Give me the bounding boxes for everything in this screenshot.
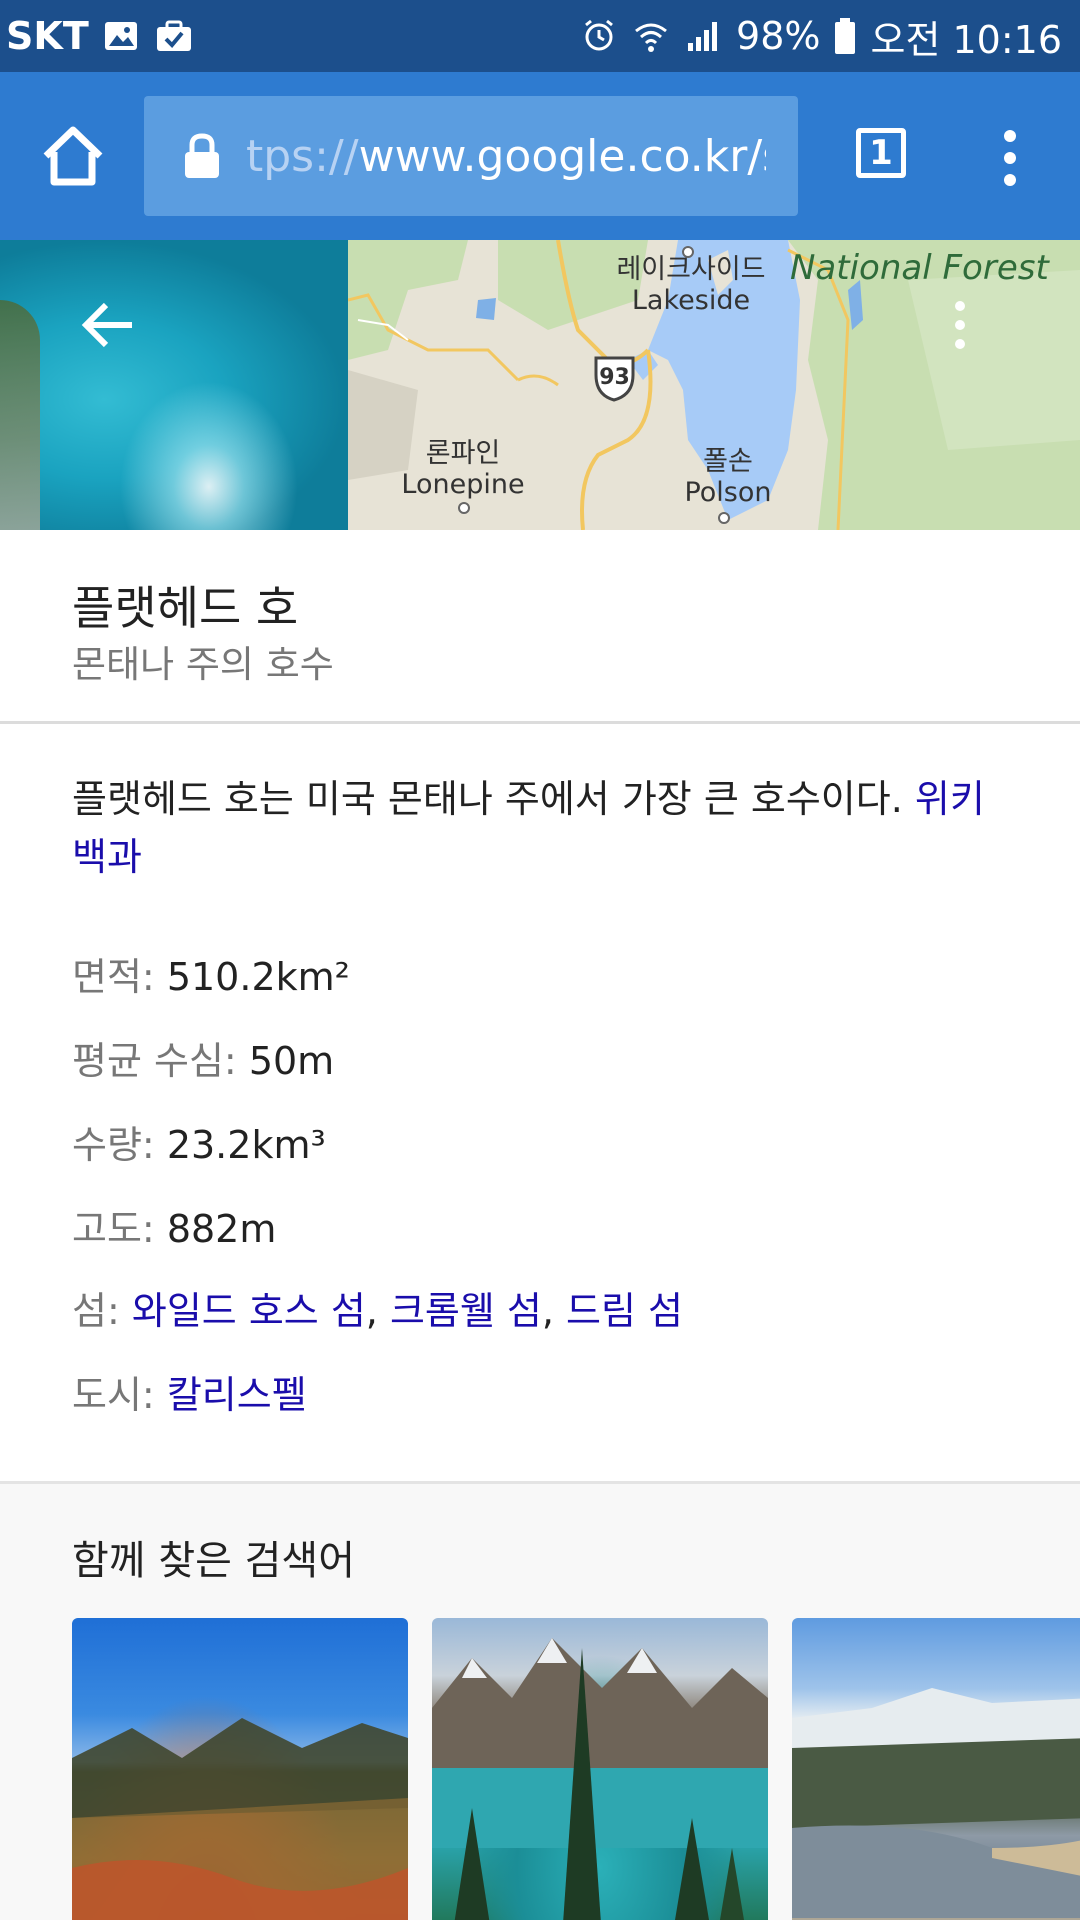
island-link[interactable]: 드림 섬 xyxy=(566,1289,683,1333)
battery-icon xyxy=(835,18,856,54)
island-link[interactable]: 와일드 호스 섬 xyxy=(132,1289,366,1333)
mountain-image xyxy=(72,1718,408,1920)
fact-value: 50m xyxy=(248,1039,335,1083)
signal-icon xyxy=(688,22,718,51)
battery-percent: 98% xyxy=(736,14,821,58)
separator: , xyxy=(541,1289,567,1333)
knowledge-panel: 플랫헤드 호는 미국 몬태나 주에서 가장 큰 호수이다. 위키백과 면적: 5… xyxy=(0,724,1080,1484)
tab-switcher-button[interactable]: 1 xyxy=(856,128,906,178)
briefcase-check-icon xyxy=(156,20,191,51)
fact-islands: 섬: 와일드 호스 섬, 크롬웰 섬, 드림 섬 xyxy=(72,1280,683,1335)
fact-area: 면적: 510.2km² xyxy=(72,946,350,1001)
home-icon[interactable] xyxy=(38,124,108,188)
tab-count: 1 xyxy=(869,133,893,173)
image-icon xyxy=(104,22,137,50)
fact-label: 평균 수심: xyxy=(72,1039,237,1083)
related-card-2[interactable] xyxy=(432,1618,768,1920)
fact-label: 수량: xyxy=(72,1123,155,1167)
entity-title: 플랫헤드 호 xyxy=(72,581,299,635)
fact-elevation: 고도: 882m xyxy=(72,1198,276,1253)
url-scheme: tps:// xyxy=(246,130,359,182)
fact-volume: 수량: 23.2km³ xyxy=(72,1114,326,1169)
entity-header: 플랫헤드 호 몬태나 주의 호수 xyxy=(0,530,1080,724)
island-link[interactable]: 크롬웰 섬 xyxy=(390,1289,542,1333)
entity-subtitle: 몬태나 주의 호수 xyxy=(72,643,334,686)
map-label-lonepine: 론파인 Lonepine xyxy=(401,438,525,500)
map-label-highway: 93 xyxy=(599,365,630,390)
clock: 오전 10:16 xyxy=(870,17,1062,62)
hero-banner: 93 레이크사이드 Lakeside 론파인 Lonepine 폴손 Polso… xyxy=(0,240,1080,530)
alarm-icon xyxy=(585,19,613,51)
fact-label: 고도: xyxy=(72,1207,155,1251)
overflow-menu-icon[interactable] xyxy=(990,126,1030,190)
hero-menu-icon[interactable] xyxy=(950,300,970,350)
browser-toolbar: tps://www.google.co.kr/s 1 xyxy=(0,72,1080,240)
fact-mean-depth: 평균 수심: 50m xyxy=(72,1030,334,1085)
url-text[interactable]: tps://www.google.co.kr/s xyxy=(246,131,766,182)
back-arrow-icon[interactable] xyxy=(80,300,136,350)
entity-description: 플랫헤드 호는 미국 몬태나 주에서 가장 큰 호수이다. 위키백과 xyxy=(72,770,1012,886)
wifi-icon xyxy=(635,23,667,52)
river-image xyxy=(792,1688,1080,1918)
fact-label: 섬: xyxy=(72,1289,120,1333)
separator: , xyxy=(365,1289,390,1333)
url-bar[interactable]: tps://www.google.co.kr/s xyxy=(144,96,798,216)
map-label-forest: National Forest xyxy=(790,248,1049,288)
related-searches: 함께 찾은 검색어 xyxy=(0,1484,1080,1920)
fact-value: 510.2km² xyxy=(166,955,350,999)
status-bar: SKT 98% 오전 10:16 xyxy=(0,0,1080,72)
fact-city: 도시: 칼리스펠 xyxy=(72,1364,307,1419)
lock-icon xyxy=(185,133,219,178)
related-heading: 함께 찾은 검색어 xyxy=(72,1538,356,1584)
map-label-polson: 폴손 Polson xyxy=(684,446,772,508)
fact-label: 면적: xyxy=(72,955,155,999)
fact-label: 도시: xyxy=(72,1373,155,1417)
url-host: www.google.co.kr/s xyxy=(358,130,766,182)
city-link[interactable]: 칼리스펠 xyxy=(167,1373,307,1417)
carrier-label: SKT xyxy=(6,14,89,58)
related-card-3[interactable] xyxy=(792,1618,1080,1920)
description-text: 플랫헤드 호는 미국 몬태나 주에서 가장 큰 호수이다. xyxy=(72,777,915,821)
related-card-1[interactable] xyxy=(72,1618,408,1920)
lake-photo[interactable] xyxy=(0,240,348,530)
map-label-lakeside: 레이크사이드 Lakeside xyxy=(616,254,766,316)
fact-value: 23.2km³ xyxy=(166,1123,326,1167)
lake-mountain-image xyxy=(432,1638,768,1920)
fact-value: 882m xyxy=(166,1207,277,1251)
